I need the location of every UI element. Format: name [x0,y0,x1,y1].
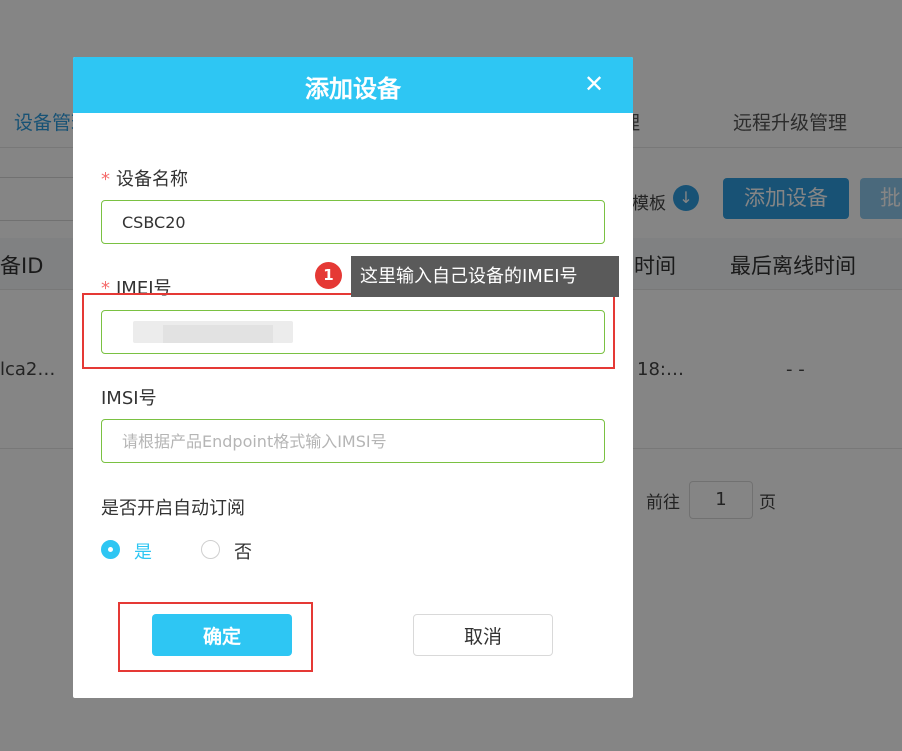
imei-label: * IMEI号 [101,274,172,300]
confirm-button[interactable]: 确定 [152,614,292,656]
radio-no-label: 否 [234,542,252,563]
imsi-label-text: IMSI号 [101,388,157,409]
auto-subscribe-label: 是否开启自动订阅 [101,498,245,519]
add-device-dialog: 添加设备 ✕ * 设备名称 * IMEI号 IMSI号 是否开启自动订阅 是 否 确… [73,57,633,698]
imei-label-text: IMEI号 [116,278,172,299]
radio-yes-label: 是 [134,542,152,563]
required-star: * [101,278,110,299]
cancel-button[interactable]: 取消 [413,614,553,656]
dialog-header: 添加设备 ✕ [73,57,633,113]
required-star: * [101,169,110,190]
radio-yes-circle[interactable] [101,540,120,559]
radio-no-circle[interactable] [201,540,220,559]
device-name-label: * 设备名称 [101,165,188,191]
imei-hint-tooltip: 这里输入自己设备的IMEI号 [351,256,619,297]
dialog-title: 添加设备 [305,75,401,103]
imsi-label: IMSI号 [101,384,157,410]
device-name-input[interactable] [101,200,605,244]
imsi-input[interactable] [101,419,605,463]
close-icon[interactable]: ✕ [581,71,607,97]
step-badge: 1 [315,262,342,289]
redacted-imei-value-inner [163,325,273,343]
device-name-label-text: 设备名称 [116,169,188,190]
